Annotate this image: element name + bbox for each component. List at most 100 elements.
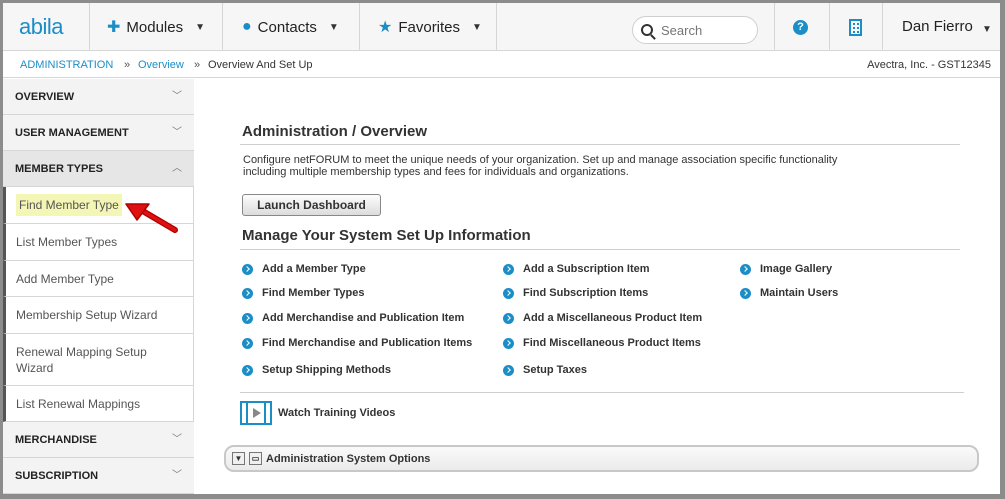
sidebar: OVERVIEW ﹀ USER MANAGEMENT ﹀ MEMBER TYPE… <box>3 79 194 494</box>
setup-section-title: Manage Your System Set Up Information <box>242 227 531 244</box>
breadcrumb-separator: » <box>124 59 131 71</box>
nav-divider <box>496 3 497 51</box>
chevron-down-icon: ﹀ <box>172 127 182 138</box>
arrow-circle-icon <box>242 287 253 299</box>
link-label: Add Merchandise and Publication Item <box>262 312 465 324</box>
sidebar-item-add-member-type[interactable]: Add Member Type <box>3 261 194 297</box>
link-label: Image Gallery <box>760 263 833 275</box>
sidebar-item-label: Renewal Mapping Setup Wizard <box>16 344 147 375</box>
arrow-circle-icon <box>503 364 514 376</box>
favorites-label: Favorites <box>398 18 461 36</box>
divider <box>240 249 960 250</box>
arrow-circle-icon <box>242 337 253 349</box>
link-add-merchandise-publication-item[interactable]: Add Merchandise and Publication Item <box>242 312 464 324</box>
chevron-down-icon: ▼ <box>328 21 339 33</box>
chevron-down-icon: ﹀ <box>172 91 182 102</box>
collapse-toggle-icon[interactable]: ▼ <box>232 452 245 465</box>
link-image-gallery[interactable]: Image Gallery <box>740 263 832 275</box>
link-add-miscellaneous-product-item[interactable]: Add a Miscellaneous Product Item <box>503 312 702 324</box>
red-arrow-annotation <box>125 203 178 233</box>
arrow-circle-icon <box>242 312 253 324</box>
link-add-member-type[interactable]: Add a Member Type <box>242 263 366 275</box>
search-icon <box>641 24 653 36</box>
arrow-circle-icon <box>740 263 751 275</box>
link-label: Add a Member Type <box>262 263 366 275</box>
sidebar-item-label: Find Member Type <box>16 194 122 216</box>
link-find-merchandise-publication-items[interactable]: Find Merchandise and Publication Items <box>242 337 472 349</box>
help-icon[interactable]: ? <box>793 20 808 35</box>
launch-dashboard-button[interactable]: Launch Dashboard <box>242 194 381 216</box>
nav-divider <box>882 3 883 51</box>
building-icon[interactable] <box>849 19 862 36</box>
arrow-circle-icon <box>740 287 751 299</box>
nav-divider <box>829 3 830 51</box>
organization-label: Avectra, Inc. - GST12345 <box>867 59 991 71</box>
favorites-menu[interactable]: ★ Favorites ▼ <box>378 3 482 51</box>
section-label: USER MANAGEMENT <box>15 127 129 139</box>
page-description: Configure netFORUM to meet the unique ne… <box>243 154 838 178</box>
breadcrumb-current: Overview And Set Up <box>208 59 313 71</box>
sidebar-item-label: Add Member Type <box>16 271 114 286</box>
modules-label: Modules <box>126 18 184 36</box>
search-box[interactable] <box>632 16 758 44</box>
modules-menu[interactable]: ✚ Modules ▼ <box>107 3 205 51</box>
abila-logo[interactable]: abila <box>19 14 63 40</box>
options-title: Administration System Options <box>266 452 431 465</box>
search-input[interactable] <box>661 22 751 38</box>
breadcrumb-administration[interactable]: ADMINISTRATION <box>20 59 113 71</box>
section-label: OVERVIEW <box>15 91 75 103</box>
link-setup-shipping-methods[interactable]: Setup Shipping Methods <box>242 364 391 376</box>
breadcrumb: ADMINISTRATION » Overview » Overview And… <box>3 51 1000 78</box>
puzzle-icon: ✚ <box>107 19 121 36</box>
link-label: Find Member Types <box>262 287 365 299</box>
section-label: MERCHANDISE <box>15 434 97 446</box>
section-label: SUBSCRIPTION <box>15 470 99 482</box>
sidebar-section-overview[interactable]: OVERVIEW ﹀ <box>3 79 194 115</box>
link-maintain-users[interactable]: Maintain Users <box>740 287 838 299</box>
chevron-down-icon: ▼ <box>195 21 206 33</box>
star-icon: ★ <box>378 19 393 36</box>
contacts-menu[interactable]: ● Contacts ▼ <box>242 3 339 51</box>
link-label: Setup Taxes <box>523 364 587 376</box>
sidebar-section-member-types[interactable]: MEMBER TYPES ︿ <box>3 151 194 187</box>
user-name[interactable]: Dan Fierro <box>902 18 973 35</box>
sidebar-item-label: List Renewal Mappings <box>16 396 141 411</box>
sidebar-item-membership-setup-wizard[interactable]: Membership Setup Wizard <box>3 297 194 334</box>
link-label: Maintain Users <box>760 287 839 299</box>
chevron-down-icon: ﹀ <box>172 470 182 481</box>
sidebar-item-label: Membership Setup Wizard <box>16 308 158 322</box>
link-add-subscription-item[interactable]: Add a Subscription Item <box>503 263 650 275</box>
link-find-member-types[interactable]: Find Member Types <box>242 287 364 299</box>
arrow-circle-icon <box>503 312 514 324</box>
main-content: Administration / Overview Configure netF… <box>195 79 1000 494</box>
link-find-miscellaneous-product-items[interactable]: Find Miscellaneous Product Items <box>503 337 701 349</box>
administration-system-options-panel[interactable]: ▼ ▭ Administration System Options <box>224 445 979 472</box>
nav-divider <box>359 3 360 51</box>
top-navigation-bar: abila ✚ Modules ▼ ● Contacts ▼ ★ Favorit… <box>3 3 1000 51</box>
arrow-circle-icon <box>503 263 514 275</box>
person-icon: ● <box>242 18 252 35</box>
sidebar-section-user-management[interactable]: USER MANAGEMENT ﹀ <box>3 115 194 151</box>
breadcrumb-overview[interactable]: Overview <box>138 59 184 71</box>
nav-divider <box>774 3 775 51</box>
link-label: Find Subscription Items <box>523 287 649 299</box>
nav-divider <box>89 3 90 51</box>
chevron-down-icon: ﹀ <box>172 434 182 445</box>
sidebar-section-merchandise[interactable]: MERCHANDISE ﹀ <box>3 422 194 458</box>
sidebar-item-renewal-mapping-setup-wizard[interactable]: Renewal Mapping Setup Wizard <box>3 334 194 386</box>
link-setup-taxes[interactable]: Setup Taxes <box>503 364 587 376</box>
link-find-subscription-items[interactable]: Find Subscription Items <box>503 287 648 299</box>
page-title: Administration / Overview <box>242 123 428 140</box>
divider <box>240 392 964 393</box>
section-label: MEMBER TYPES <box>15 163 104 175</box>
film-icon <box>240 401 272 425</box>
sidebar-item-label: List Member Types <box>16 235 118 249</box>
window-icon[interactable]: ▭ <box>249 452 262 465</box>
breadcrumb-separator: » <box>194 59 201 71</box>
chevron-down-icon[interactable]: ▼ <box>982 24 992 35</box>
sidebar-item-list-renewal-mappings[interactable]: List Renewal Mappings <box>3 386 194 422</box>
training-link-label: Watch Training Videos <box>278 407 396 419</box>
sidebar-section-subscription[interactable]: SUBSCRIPTION ﹀ <box>3 458 194 494</box>
watch-training-videos-link[interactable]: Watch Training Videos <box>240 401 395 425</box>
arrow-circle-icon <box>503 337 514 349</box>
